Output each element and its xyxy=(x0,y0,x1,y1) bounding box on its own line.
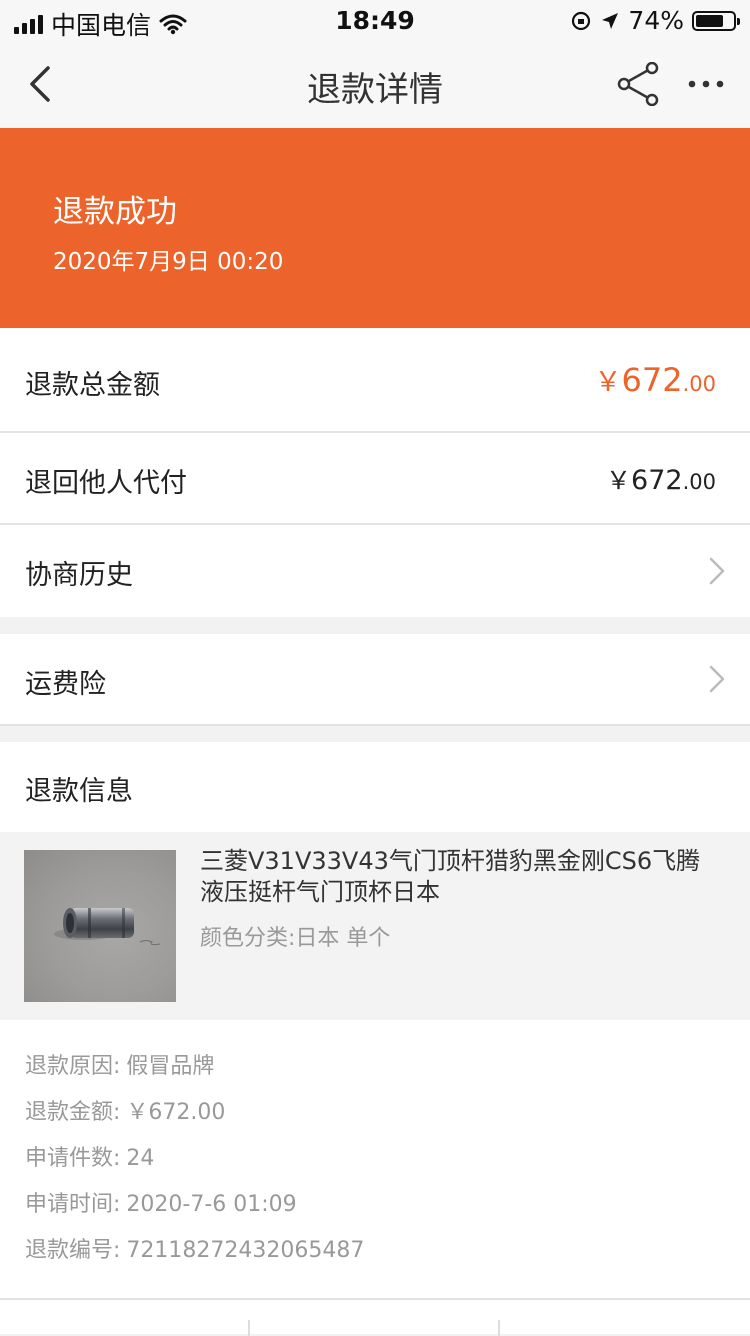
refund-details: 退款原因: 假冒品牌 退款金额: ￥672.00 申请件数: 24 申请时间: 2020… xyxy=(0,1020,750,1298)
refund-total-row: 退款总金额 ￥672.00 xyxy=(0,328,750,431)
valve-lifter-image xyxy=(54,908,161,946)
chevron-right-icon xyxy=(709,665,725,693)
currency-symbol: ￥ xyxy=(606,466,632,495)
product-card[interactable]: 三菱V31V33V43气门顶杆猎豹黑金刚CS6飞腾液压挺杆气门顶杯日本 颜色分类… xyxy=(0,832,750,1020)
field-label: 退款原因: xyxy=(25,1054,121,1079)
refund-amount: 退款金额: ￥672.00 xyxy=(25,1094,231,1126)
request-time: 申请时间: 2020-7-6 01:09 xyxy=(25,1186,303,1218)
refund-status-title: 退款成功 xyxy=(53,194,177,230)
product-spec: 颜色分类:日本 单个 xyxy=(200,926,391,951)
returned-payer-amount: ￥672.00 xyxy=(606,461,716,497)
field-value: 72118272432065487 xyxy=(126,1238,365,1263)
shipping-insurance-label: 运费险 xyxy=(25,669,106,700)
shipping-insurance-row[interactable]: 运费险 xyxy=(0,634,750,724)
chevron-right-icon xyxy=(709,557,725,585)
field-value: 2020-7-6 01:09 xyxy=(126,1192,297,1217)
field-label: 申请件数: xyxy=(25,1146,121,1171)
more-icon[interactable] xyxy=(684,62,728,106)
refund-total-amount: ￥672.00 xyxy=(595,360,716,399)
currency-symbol: ￥ xyxy=(594,367,622,398)
field-label: 退款编号: xyxy=(25,1238,121,1263)
negotiation-history-row[interactable]: 协商历史 xyxy=(0,525,750,617)
amount-integer: 672 xyxy=(621,361,683,399)
returned-payer-label: 退回他人代付 xyxy=(25,468,187,499)
amount-integer: 672 xyxy=(631,465,683,496)
refund-info-heading: 退款信息 xyxy=(25,776,133,807)
field-value: 假冒品牌 xyxy=(126,1054,215,1079)
amount-decimal: .00 xyxy=(682,372,716,396)
divider xyxy=(0,724,750,726)
returned-payer-row: 退回他人代付 ￥672.00 xyxy=(0,433,750,523)
field-value: 24 xyxy=(126,1146,155,1171)
field-label: 申请时间: xyxy=(25,1192,121,1217)
refund-status-time: 2020年7月9日 00:20 xyxy=(53,249,284,275)
request-quantity: 申请件数: 24 xyxy=(25,1140,160,1172)
field-value: ￥672.00 xyxy=(126,1100,226,1125)
bottom-action-bar xyxy=(0,1298,750,1336)
share-icon[interactable] xyxy=(612,62,664,106)
field-label: 退款金额: xyxy=(25,1100,121,1125)
amount-decimal: .00 xyxy=(682,470,716,494)
negotiation-history-label: 协商历史 xyxy=(25,560,133,591)
status-bar: 中国电信 18:49 74% xyxy=(0,0,750,40)
refund-total-label: 退款总金额 xyxy=(25,370,160,401)
product-thumbnail[interactable] xyxy=(24,850,176,1002)
nav-bar: 退款详情 xyxy=(0,40,750,128)
refund-number: 退款编号: 72118272432065487 xyxy=(25,1232,370,1264)
product-title[interactable]: 三菱V31V33V43气门顶杆猎豹黑金刚CS6飞腾液压挺杆气门顶杯日本 xyxy=(200,846,720,908)
location-icon xyxy=(602,12,619,29)
battery-icon xyxy=(692,10,740,31)
battery-percent: 74% xyxy=(628,6,684,35)
refund-reason: 退款原因: 假冒品牌 xyxy=(25,1048,220,1080)
rotation-lock-icon xyxy=(572,11,591,30)
refund-info-header: 退款信息 xyxy=(0,742,750,832)
refund-status-banner: 退款成功 2020年7月9日 00:20 xyxy=(0,128,750,328)
